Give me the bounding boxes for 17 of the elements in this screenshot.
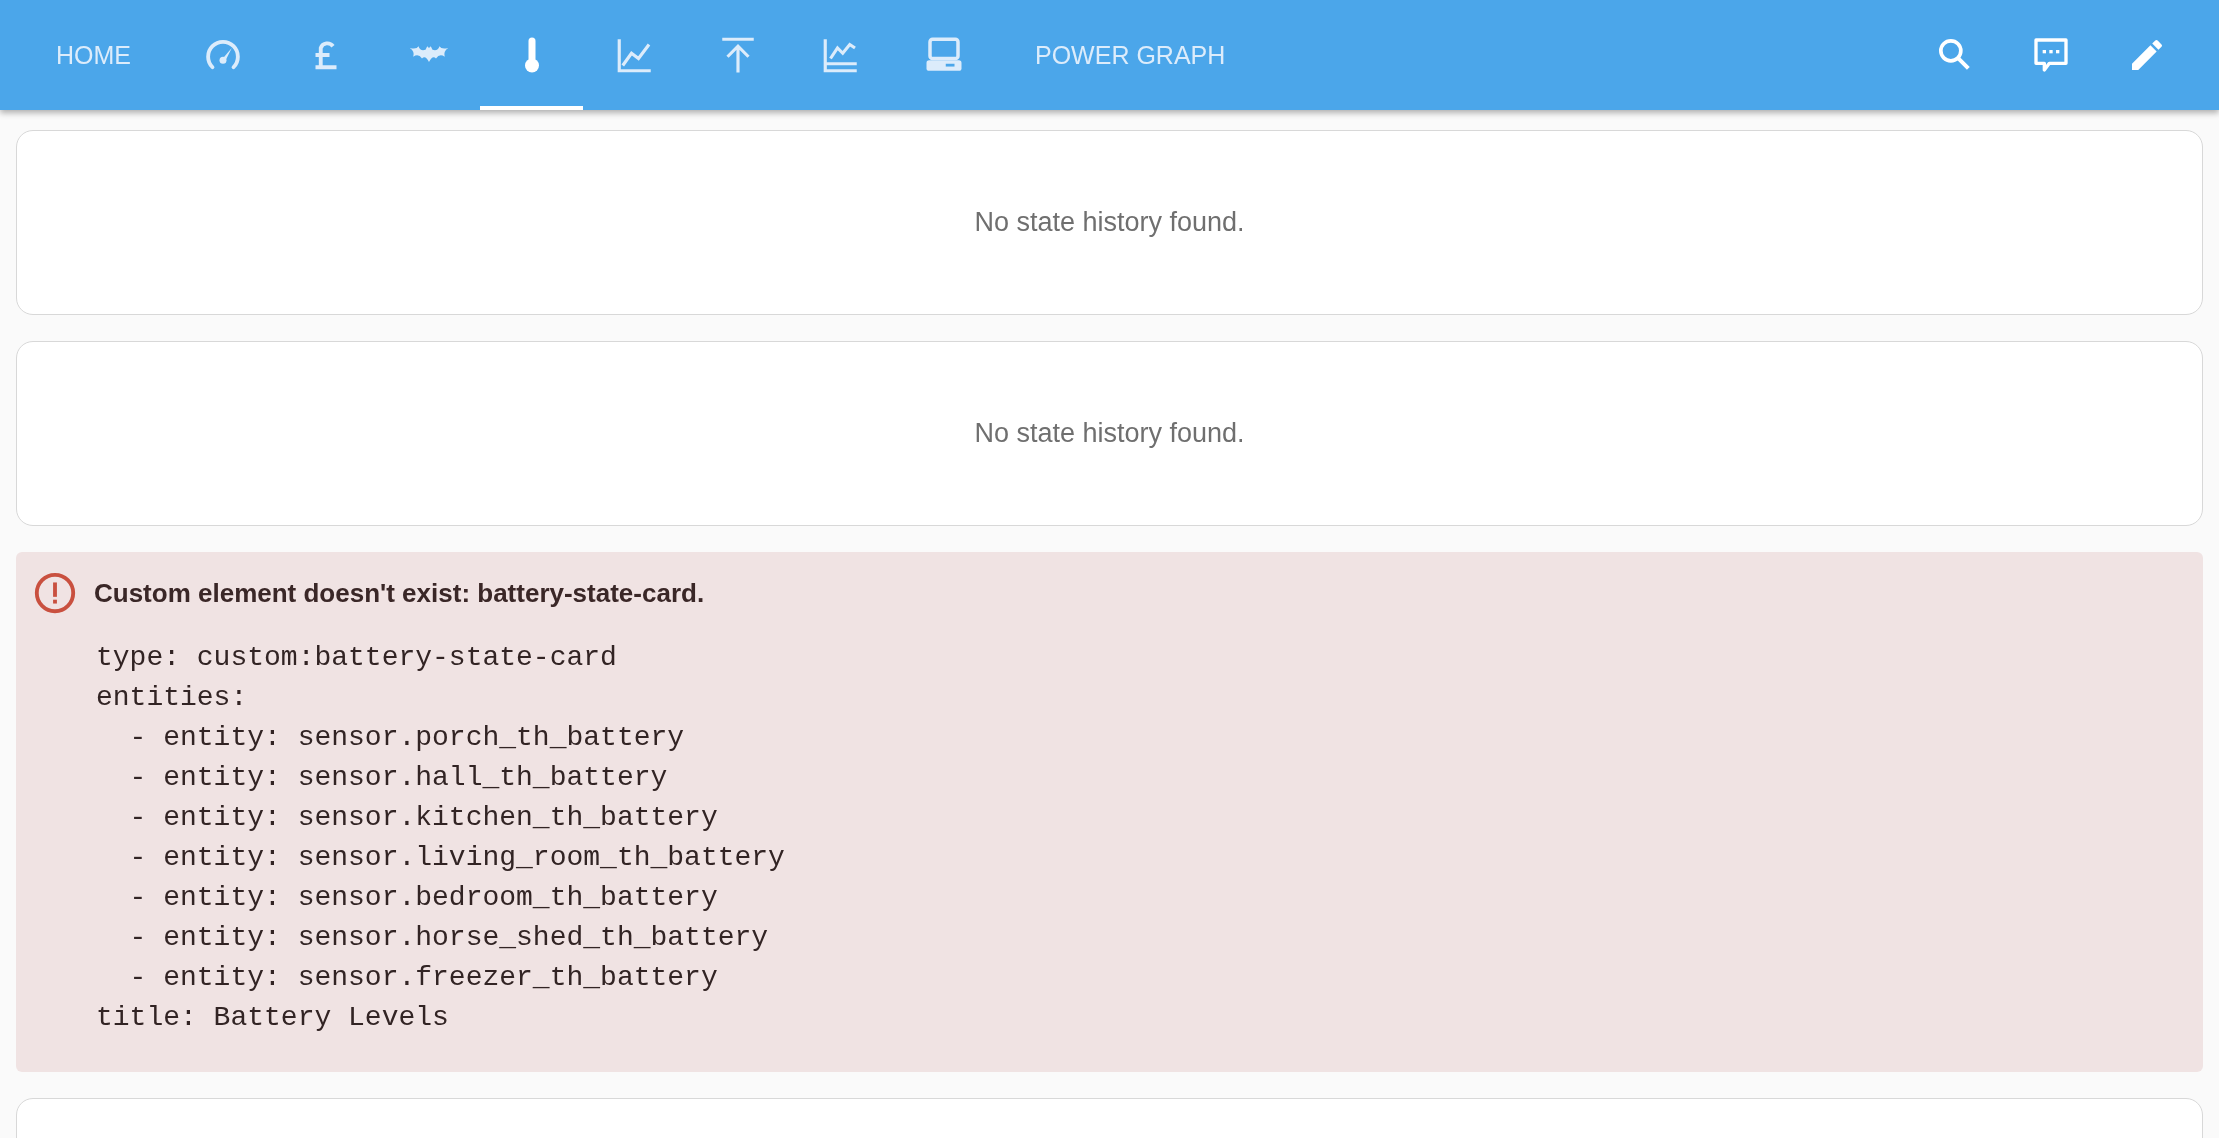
empty-message: No state history found. [974,418,1245,449]
code-line: type: custom:battery-state-card [96,641,618,675]
nav-tab[interactable]: POWER GRAPH [995,0,1266,110]
code-line: title: Battery Levels [96,1001,450,1035]
code-line: - entity: sensor.freezer_th_battery [128,961,719,995]
code-line: - entity: sensor.hall_th_battery [128,761,669,795]
code-line: - entity: sensor.kitchen_th_battery [128,801,719,835]
code-line: - entity: sensor.horse_shed_th_battery [128,921,770,955]
comment-icon [2031,35,2071,75]
nav-tab[interactable]: HOME [16,0,171,110]
code-line: - entity: sensor.bedroom_th_battery [128,881,719,915]
empty-message: No state history found. [974,207,1245,238]
code-line: entities: [96,681,249,715]
error-icon [32,570,78,616]
code-line: - entity: sensor.porch_th_battery [128,721,686,755]
code-line: - entity: sensor.living_room_th_battery [128,841,786,875]
error-title: Custom element doesn't exist: battery-state-card. [94,577,705,609]
